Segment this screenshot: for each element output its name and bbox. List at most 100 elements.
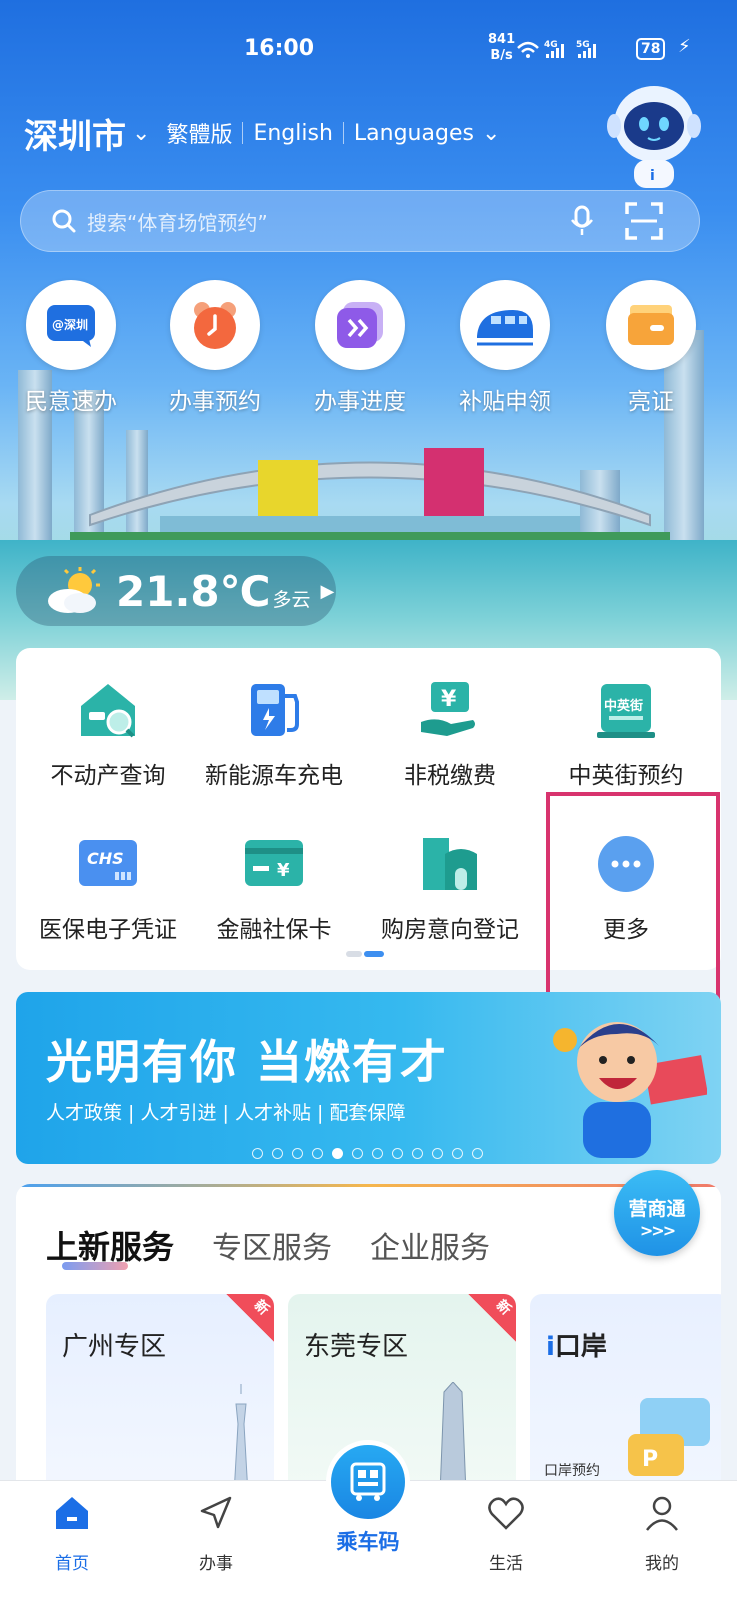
charging-icon: ⚡: [678, 36, 691, 57]
ev-charger-icon: [251, 684, 299, 736]
status-bar: 16:00 841 B/s 4G 5G 78 ⚡: [0, 30, 737, 70]
chevron-down-icon[interactable]: ⌄: [482, 121, 500, 146]
svg-text:P: P: [642, 1447, 658, 1472]
zone-card-port[interactable]: i口岸 P 口岸预约: [530, 1294, 721, 1494]
new-badge: 新: [468, 1294, 516, 1342]
canton-tower-icon: [233, 1384, 249, 1494]
city-selector[interactable]: 深圳市: [24, 109, 126, 158]
quick-link-label: 补贴申领: [459, 389, 551, 415]
service-house-purchase[interactable]: 购房意向登记: [362, 834, 538, 944]
nav-label: 乘车码: [336, 1530, 400, 1554]
banner-dot[interactable]: [392, 1148, 403, 1159]
chevron-down-icon[interactable]: ⌄: [132, 121, 150, 146]
banner-dot[interactable]: [472, 1148, 483, 1159]
business-floating-button[interactable]: 营商通 >>>: [614, 1170, 700, 1256]
svg-text:¥: ¥: [277, 860, 290, 881]
quick-link-subsidy[interactable]: 补贴申领: [440, 280, 570, 416]
lang-languages[interactable]: Languages: [354, 121, 474, 146]
nav-ride-code[interactable]: 乘车码: [318, 1440, 418, 1556]
banner-dot[interactable]: [312, 1148, 323, 1159]
svg-text:中英街: 中英街: [604, 698, 643, 714]
chs-card-icon: CHS: [79, 840, 137, 886]
lang-traditional[interactable]: 繁體版: [166, 117, 232, 149]
zhongyingjie-sign-icon: 中英街: [597, 684, 655, 738]
yuan-payment-icon: ¥: [421, 682, 475, 736]
civic-center-building: [70, 448, 670, 546]
svg-text:i: i: [650, 168, 655, 184]
quick-link-progress[interactable]: 办事进度: [295, 280, 425, 416]
service-social-security-card[interactable]: ¥ 金融社保卡: [186, 834, 362, 944]
svg-text:@深圳: @深圳: [52, 317, 88, 332]
bank-card-icon: ¥: [245, 840, 303, 886]
user-icon: [646, 1496, 678, 1531]
svg-text:CHS: CHS: [87, 849, 124, 868]
nav-label: 我的: [645, 1554, 679, 1574]
building-icon: [423, 838, 477, 890]
id-card-illustration: P: [628, 1398, 710, 1476]
tab-enterprise-services[interactable]: 企业服务: [370, 1223, 490, 1267]
network-speed-value: 841: [488, 32, 516, 47]
banner-dot[interactable]: [372, 1148, 383, 1159]
wallet-icon: [606, 280, 696, 370]
robot-assistant-icon[interactable]: i: [606, 80, 702, 190]
service-medical-insurance[interactable]: CHS 医保电子凭证: [20, 834, 196, 944]
banner-dot[interactable]: [412, 1148, 423, 1159]
search-placeholder[interactable]: 搜索“体育场馆预约”: [87, 207, 569, 236]
port-logo-icon: i: [546, 1332, 555, 1362]
highlight-box: [546, 792, 720, 1022]
partly-cloudy-icon: [48, 567, 100, 613]
nav-home[interactable]: 首页: [22, 1493, 122, 1574]
cartoon-boy-illustration: [553, 1022, 707, 1158]
nav-services[interactable]: 办事: [166, 1493, 266, 1574]
quick-link-minyi[interactable]: @深圳 民意速办: [6, 280, 136, 416]
page-dot: [346, 951, 362, 957]
banner-dot[interactable]: [432, 1148, 443, 1159]
page-dot-active: [364, 951, 384, 957]
quick-link-show-cert[interactable]: 亮证: [586, 280, 716, 416]
banner-subtitle: 人才政策 | 人才引进 | 人才补贴 | 配套保障: [46, 1102, 406, 1124]
network-speed-unit: B/s: [490, 48, 513, 63]
banner-dot[interactable]: [252, 1148, 263, 1159]
service-property-query[interactable]: 不动产查询: [20, 680, 196, 790]
service-zhongyingjie[interactable]: 中英街 中英街预约: [538, 680, 714, 790]
divider: [242, 122, 244, 144]
banner-dot[interactable]: [452, 1148, 463, 1159]
microphone-icon[interactable]: [569, 205, 595, 237]
service-label: 医保电子凭证: [39, 917, 177, 943]
battery-level: 78: [636, 38, 666, 60]
nav-life[interactable]: 生活: [456, 1493, 556, 1574]
promo-banner[interactable]: 光明有你 当燃有才 人才政策 | 人才引进 | 人才补贴 | 配套保障: [16, 992, 721, 1164]
nav-label: 生活: [489, 1554, 523, 1574]
weather-widget[interactable]: 21.8℃ 多云 ▶: [16, 556, 336, 626]
quick-link-appointment[interactable]: 办事预约: [150, 280, 280, 416]
fast-forward-icon: [315, 280, 405, 370]
scan-icon[interactable]: [625, 202, 663, 240]
lang-english[interactable]: English: [253, 121, 332, 146]
banner-dot[interactable]: [272, 1148, 283, 1159]
service-label: 中英街预约: [568, 763, 684, 789]
quick-link-label: 办事进度: [314, 389, 406, 415]
divider: [342, 122, 344, 144]
service-ev-charging[interactable]: 新能源车充电: [186, 680, 362, 790]
banner-dot[interactable]: [352, 1148, 363, 1159]
zone-title: 广州专区: [62, 1332, 167, 1362]
banner-dot-active[interactable]: [332, 1148, 343, 1159]
service-label: 不动产查询: [50, 763, 166, 789]
service-label: 新能源车充电: [205, 763, 343, 789]
section-top-line: [16, 1184, 721, 1187]
service-non-tax-payment[interactable]: ¥ 非税缴费: [362, 680, 538, 790]
new-badge: 新: [226, 1294, 274, 1342]
banner-dot[interactable]: [292, 1148, 303, 1159]
zone-card-guangzhou[interactable]: 广州专区 新: [46, 1294, 274, 1494]
search-bar[interactable]: 搜索“体育场馆预约”: [20, 190, 700, 252]
tab-zone-services[interactable]: 专区服务: [212, 1223, 332, 1267]
banner-pagination: [252, 1148, 483, 1159]
nav-mine[interactable]: 我的: [612, 1493, 712, 1574]
zone-title: 东莞专区: [304, 1332, 409, 1362]
temperature: 21.8℃: [116, 566, 271, 616]
chevron-right-icon: ▶: [320, 580, 335, 602]
heart-icon: [488, 1497, 524, 1530]
quick-link-label: 亮证: [628, 389, 674, 415]
alarm-clock-icon: [170, 280, 260, 370]
bus-qr-icon: [326, 1440, 410, 1524]
